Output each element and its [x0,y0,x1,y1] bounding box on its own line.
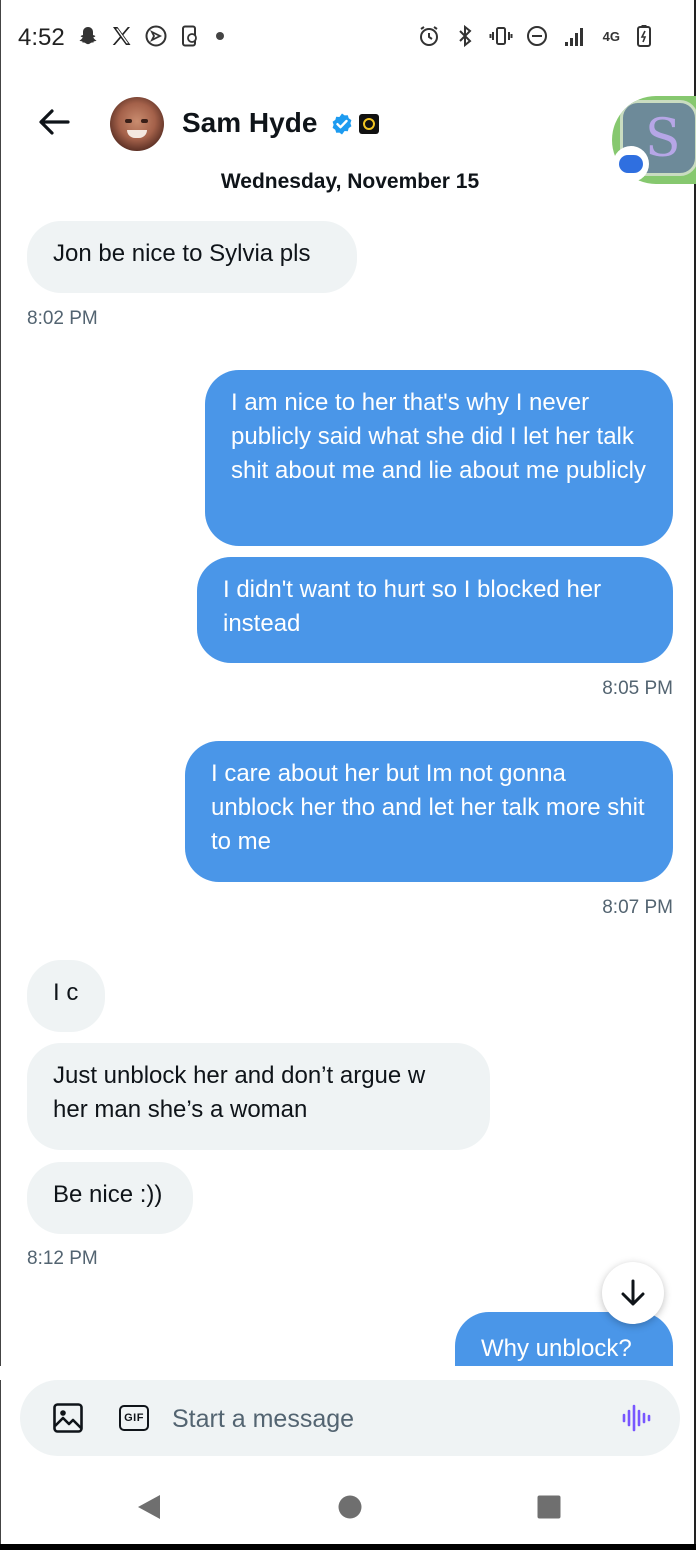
status-time: 4:52 [18,24,65,51]
battery-icon [632,24,656,48]
message-incoming[interactable]: Just unblock her and don’t argue w her m… [27,1043,490,1150]
affiliate-badge-icon [359,114,379,134]
floating-chat-icon[interactable] [613,146,649,182]
message-timestamp: 8:02 PM [27,308,98,329]
message-incoming[interactable]: Jon be nice to Sylvia pls [27,221,357,293]
avatar[interactable] [110,97,164,151]
snapchat-icon [76,24,100,48]
square-recents-icon [537,1495,561,1519]
voice-icon[interactable] [620,1402,652,1434]
circle-home-icon [338,1495,362,1519]
scroll-to-bottom-button[interactable] [602,1262,664,1324]
navigation-icon [144,24,168,48]
message-input[interactable] [172,1402,572,1436]
signal-icon [561,24,591,48]
x-logo-icon [110,24,134,48]
message-timestamp: 8:07 PM [602,897,673,918]
screen-edge-bottom [0,1544,696,1550]
nav-home-button[interactable] [335,1492,365,1522]
triangle-back-icon [138,1495,160,1519]
status-bar: 4:52 4G [0,0,696,70]
message-outgoing[interactable]: I am nice to her that's why I never publ… [205,370,673,546]
composer-divider [0,1366,694,1380]
phone-sync-icon [178,24,202,48]
message-outgoing[interactable]: I care about her but Im not gonna unbloc… [185,741,673,882]
nav-recents-button[interactable] [534,1492,564,1522]
gif-icon[interactable]: GIF [118,1402,150,1434]
message-outgoing[interactable]: I didn't want to hurt so I blocked her i… [197,557,673,663]
message-timestamp: 8:12 PM [27,1248,98,1269]
message-timestamp: 8:05 PM [602,678,673,699]
message-incoming[interactable]: I c [27,960,105,1032]
conversation-header: Sam Hyde Wednesday, November 15 [0,80,696,210]
message-incoming[interactable]: Be nice :)) [27,1162,193,1234]
do-not-disturb-icon [525,24,549,48]
image-icon[interactable] [52,1402,84,1434]
system-navigation-bar [0,1470,696,1550]
contact-name[interactable]: Sam Hyde [182,107,317,139]
message-composer: GIF [20,1380,680,1456]
status-left-icons [76,24,224,48]
notification-dot [216,32,224,40]
arrow-down-icon [621,1279,645,1306]
alarm-icon [417,24,441,48]
date-divider: Wednesday, November 15 [220,170,480,193]
vibrate-icon [489,24,513,48]
back-arrow-icon [39,109,70,135]
screen-edge-left [0,0,1,1550]
nav-back-button[interactable] [134,1492,164,1522]
verified-badge-icon [332,113,352,135]
bluetooth-icon [453,24,477,48]
status-right-icons: 4G [417,24,656,48]
back-button[interactable] [34,102,74,142]
network-type: 4G [602,28,620,44]
